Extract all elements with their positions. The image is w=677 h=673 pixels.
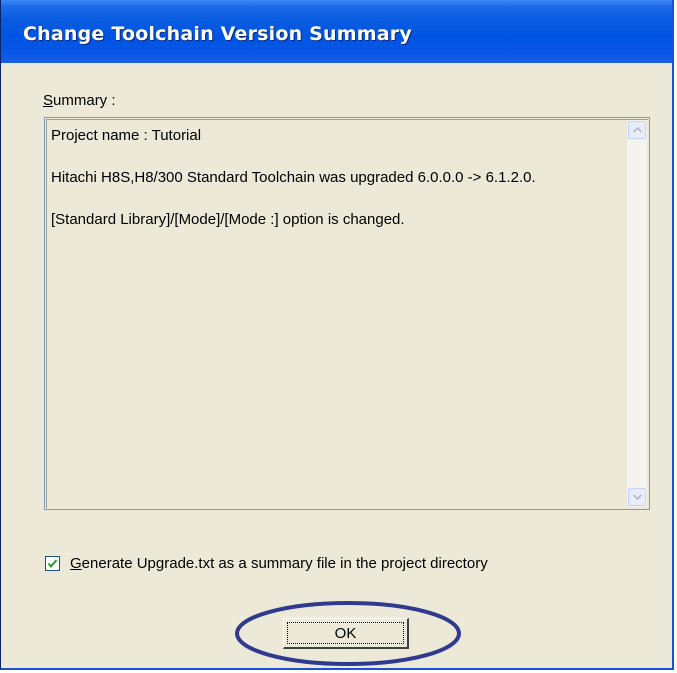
- summary-line-upgrade: Hitachi H8S,H8/300 Standard Toolchain wa…: [51, 169, 536, 186]
- ok-button-label: OK: [334, 624, 357, 642]
- vertical-scrollbar[interactable]: [627, 120, 647, 507]
- generate-upgrade-label-mnemonic: G: [70, 554, 82, 572]
- generate-upgrade-option[interactable]: Generate Upgrade.txt as a summary file i…: [45, 553, 488, 573]
- window-title: Change Toolchain Version Summary: [23, 23, 412, 45]
- generate-upgrade-label-rest: enerate Upgrade.txt as a summary file in…: [81, 554, 488, 572]
- scroll-up-arrow-icon: [632, 127, 642, 133]
- summary-label: Summary :: [43, 92, 116, 109]
- ok-button[interactable]: OK: [283, 618, 409, 649]
- generate-upgrade-label[interactable]: Generate Upgrade.txt as a summary file i…: [70, 555, 488, 572]
- summary-label-rest: ummary :: [53, 92, 116, 109]
- scroll-down-arrow-icon: [632, 494, 642, 500]
- checkmark-icon: [47, 558, 58, 568]
- ok-button-focus-rect: OK: [287, 622, 404, 644]
- generate-upgrade-checkbox[interactable]: [45, 555, 60, 571]
- summary-textarea[interactable]: Project name : Tutorial Hitachi H8S,H8/3…: [44, 117, 650, 510]
- title-bar[interactable]: Change Toolchain Version Summary: [1, 0, 672, 63]
- scroll-up-button[interactable]: [628, 121, 646, 139]
- summary-line-option: [Standard Library]/[Mode]/[Mode :] optio…: [51, 211, 405, 228]
- dialog-window: Change Toolchain Version Summary Summary…: [0, 0, 674, 670]
- summary-label-mnemonic: S: [43, 92, 54, 109]
- summary-text: Project name : Tutorial Hitachi H8S,H8/3…: [51, 125, 617, 251]
- summary-textarea-inner: Project name : Tutorial Hitachi H8S,H8/3…: [46, 119, 648, 508]
- summary-line-project: Project name : Tutorial: [51, 127, 202, 144]
- scroll-down-button[interactable]: [628, 488, 646, 506]
